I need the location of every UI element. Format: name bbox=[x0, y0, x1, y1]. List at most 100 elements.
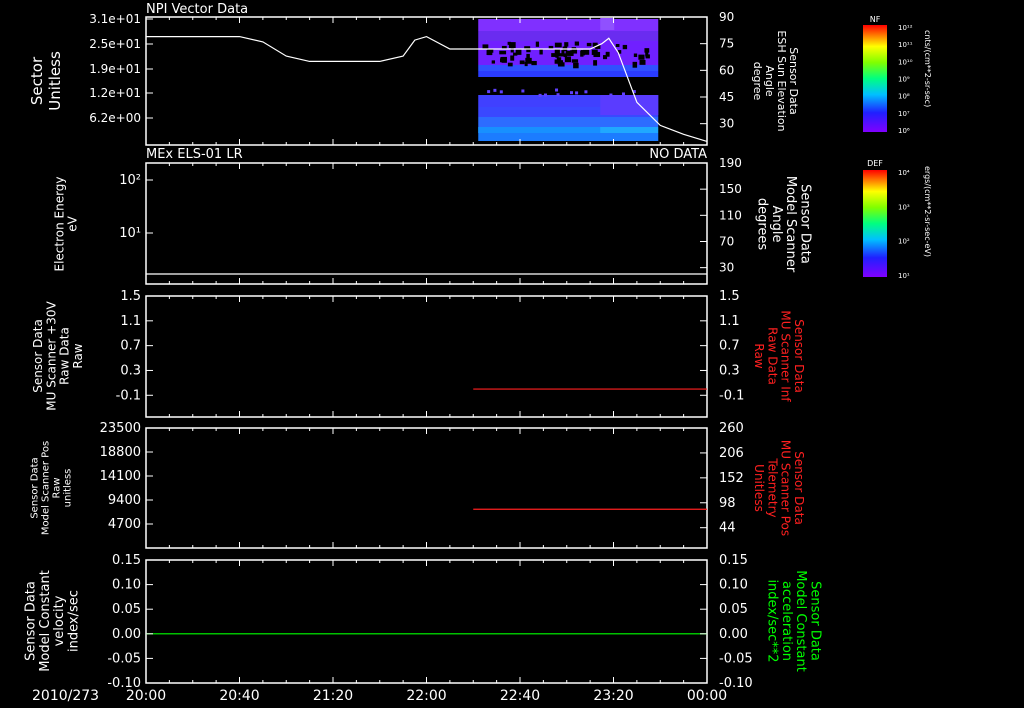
time-ticks bbox=[145, 163, 708, 284]
axis-label-line: Model Scanner bbox=[783, 176, 798, 273]
spectrogram-dropout bbox=[535, 41, 540, 47]
spectrogram-speck bbox=[538, 93, 542, 97]
spectrogram-dropout bbox=[487, 49, 493, 56]
spectrogram-dropout bbox=[583, 49, 590, 55]
left-tick-label: 6.2e+00 bbox=[89, 111, 141, 125]
left-axis-label: Sensor DataModel Constantvelocityindex/s… bbox=[24, 570, 82, 672]
panel-title: NPI Vector Data bbox=[146, 2, 248, 17]
axis-label-line: ESH Sun Elevation bbox=[775, 30, 788, 131]
spectrogram-speck bbox=[584, 90, 588, 94]
time-tick-label: 00:00 bbox=[687, 688, 727, 704]
left-tick-label: 1.2e+01 bbox=[89, 86, 141, 100]
colorbar-nf-title: NF bbox=[870, 15, 881, 24]
spectrogram-dropout bbox=[526, 53, 530, 60]
right-tick-label: 60 bbox=[719, 63, 734, 77]
spectrogram-dropout bbox=[513, 52, 518, 56]
spectrogram-dropout bbox=[519, 60, 525, 65]
panel-mex-els: MEx ELS-01 LR NO DATA 10² 10¹ 190 150 110 70… bbox=[52, 147, 813, 285]
time-tick-label: 22:00 bbox=[406, 688, 446, 704]
right-tick-label: 0.00 bbox=[719, 627, 748, 642]
spectrogram-dropout bbox=[564, 42, 569, 47]
no-data-status: NO DATA bbox=[649, 147, 707, 162]
axis-label-line: Sensor Data bbox=[24, 581, 39, 661]
plot-frame bbox=[145, 295, 708, 418]
time-ticks bbox=[145, 560, 708, 683]
colorbar-label: 10⁷ bbox=[898, 110, 910, 118]
right-axis-label: Sensor DataModel ScannerAngledegrees bbox=[755, 176, 813, 273]
right-tick-label: -0.1 bbox=[719, 388, 744, 403]
axis-label-line: degrees bbox=[755, 198, 770, 251]
right-tick-label: 75 bbox=[719, 37, 734, 51]
spectrogram-dropout bbox=[593, 60, 598, 66]
spectrogram-speck bbox=[621, 92, 625, 96]
colorbar-label: 10⁸ bbox=[898, 93, 910, 101]
spectrogram-dropout bbox=[554, 42, 562, 48]
right-tick-label: 260 bbox=[719, 421, 744, 436]
spectrogram-dropout bbox=[622, 44, 628, 50]
spectrogram-dropout bbox=[632, 61, 638, 68]
spectrogram-dropout bbox=[633, 53, 638, 57]
left-tick-label: 0.15 bbox=[112, 553, 141, 568]
colorbar-label: 10⁴ bbox=[898, 169, 910, 177]
left-tick-label: 0.00 bbox=[112, 627, 141, 642]
right-tick-label: 70 bbox=[719, 234, 734, 248]
left-tick-label: 1.5 bbox=[120, 289, 141, 304]
axis-label-line: Model Constant bbox=[38, 570, 53, 672]
spectrogram-dropout bbox=[499, 50, 507, 55]
right-tick-label: 190 bbox=[719, 156, 742, 170]
spectrogram-speck bbox=[555, 88, 559, 92]
colorbar-nf-labels: 10¹² 10¹¹ 10¹⁰ 10⁹ 10⁸ 10⁷ 10⁶ bbox=[898, 24, 913, 135]
spectrogram-speck bbox=[575, 91, 579, 95]
right-tick-label: 152 bbox=[719, 471, 744, 486]
colorbar-def-title: DEF bbox=[867, 159, 883, 168]
spectrogram-band bbox=[478, 65, 659, 71]
left-tick-label: 18800 bbox=[100, 445, 141, 460]
left-tick-label: 2.5e+01 bbox=[89, 37, 141, 51]
colorbar-label: 10¹² bbox=[898, 24, 913, 32]
right-axis-label: Sensor DataMU Scanner PosTelemetryUnitle… bbox=[752, 440, 806, 536]
axis-label-line: index/sec bbox=[66, 590, 81, 652]
left-ticks: 3.1e+01 2.5e+01 1.9e+01 1.2e+01 6.2e+00 bbox=[89, 12, 153, 125]
panel-title: MEx ELS-01 LR bbox=[146, 147, 243, 162]
right-axis-label: Sensor DataModel Constantaccelerationind… bbox=[765, 570, 823, 672]
spectrogram-band bbox=[478, 127, 601, 133]
left-tick-label: 23500 bbox=[100, 421, 141, 436]
spectrogram-dropout bbox=[524, 62, 528, 67]
axis-label-line: acceleration bbox=[779, 581, 794, 661]
right-tick-label: 0.7 bbox=[719, 339, 740, 354]
right-tick-label: 30 bbox=[719, 261, 734, 275]
right-ticks: 90 75 60 45 30 bbox=[700, 10, 734, 131]
left-ticks: 10² 10¹ bbox=[119, 173, 153, 241]
axis-label-line: Sensor Data bbox=[797, 184, 812, 264]
axis-label-line: degree bbox=[751, 62, 764, 101]
left-tick-label: 9400 bbox=[108, 493, 141, 508]
spectrogram-dropout bbox=[507, 62, 513, 67]
axis-label-line: MU Scanner Pos bbox=[779, 440, 793, 536]
left-ticks: 1.5 1.1 0.7 0.3 -0.1 bbox=[116, 289, 153, 403]
spectrogram-dropout bbox=[580, 50, 584, 57]
left-tick-label: 4700 bbox=[108, 517, 141, 532]
spectrogram-dropout bbox=[565, 50, 573, 56]
right-tick-label: 0.3 bbox=[719, 363, 740, 378]
left-axis-label: SectorUnitless bbox=[28, 51, 64, 111]
colorbar-def-units: ergs/(cm**2-sr-sec-eV) bbox=[923, 166, 932, 257]
spectrogram-dropout bbox=[491, 60, 496, 64]
spectrogram-dropout bbox=[644, 48, 650, 53]
panel-npi-vector: NPI Vector Data 3.1e+01 2.5e+01 1.9e+01 1.2… bbox=[28, 2, 800, 146]
axis-label-line: Raw bbox=[752, 343, 766, 368]
colorbar-nf-units: cnts/(cm**2-sr-sec) bbox=[923, 30, 932, 107]
axis-label-line: index/sec**2 bbox=[765, 579, 780, 662]
axis-label-line: Sensor Data bbox=[31, 319, 45, 393]
colorbar-def: DEF 10⁴ 10³ 10² 10¹ ergs/(cm**2-sr-sec-eV) bbox=[863, 159, 932, 280]
colorbar-label: 10³ bbox=[898, 203, 910, 211]
spectrogram-dropout bbox=[557, 53, 565, 57]
spectrogram-speck bbox=[609, 93, 613, 97]
multi-panel-plot: NPI Vector Data 3.1e+01 2.5e+01 1.9e+01 1.2… bbox=[24, 2, 932, 704]
axis-label-line: velocity bbox=[52, 595, 67, 646]
date-label: 2010/273 bbox=[32, 688, 99, 704]
left-tick-label: -0.1 bbox=[116, 388, 141, 403]
axis-label-line: Angle bbox=[763, 65, 776, 97]
left-tick-label: 10¹ bbox=[119, 226, 141, 241]
spectrogram-band bbox=[478, 133, 659, 141]
axis-label-line: eV bbox=[66, 215, 80, 231]
